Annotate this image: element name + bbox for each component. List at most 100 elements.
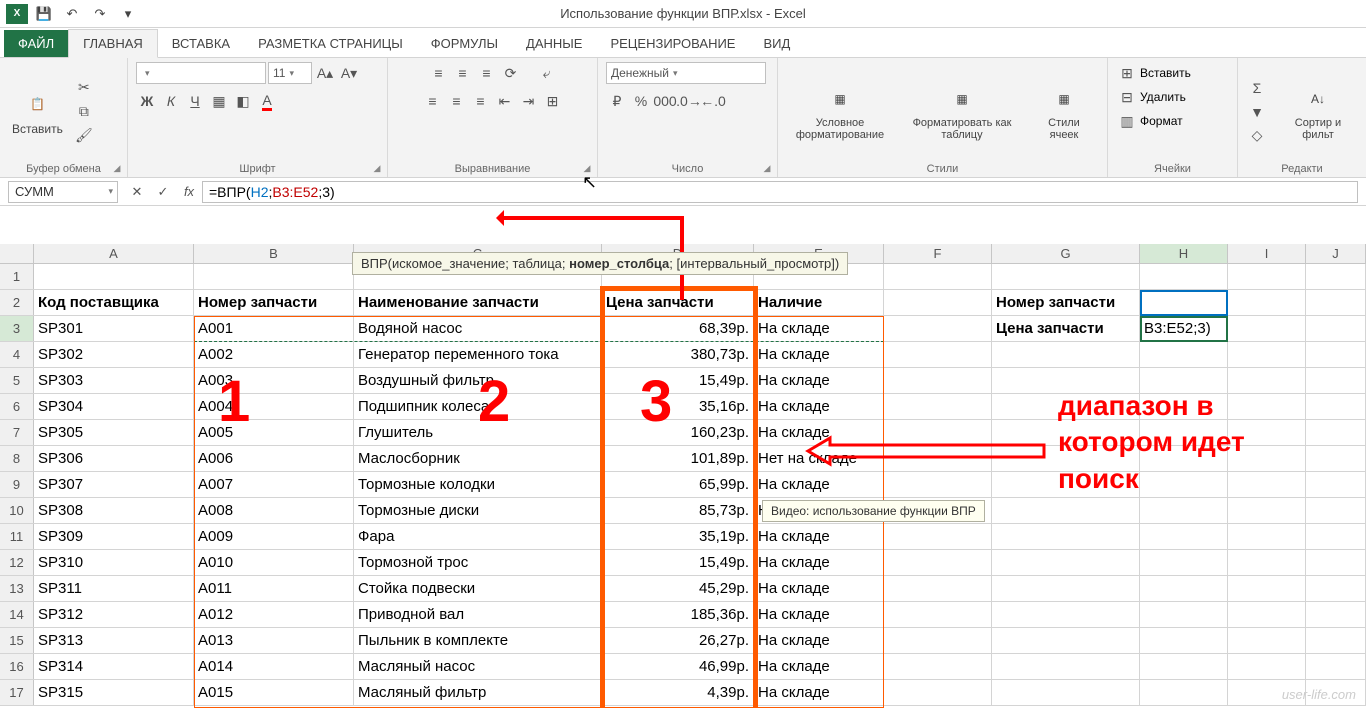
row-header[interactable]: 10 [0,498,34,523]
tab-formulas[interactable]: ФОРМУЛЫ [417,30,512,57]
cell-E13[interactable]: На складе [754,576,884,601]
cell-E6[interactable]: На складе [754,394,884,419]
save-button[interactable]: 💾 [32,4,56,24]
cell-H3[interactable]: B3:E52;3) [1140,316,1228,341]
cell-E12[interactable]: На складе [754,550,884,575]
cell-D5[interactable]: 15,49р. [602,368,754,393]
cell-J1[interactable] [1306,264,1366,289]
cell-H4[interactable] [1140,342,1228,367]
cell-A4[interactable]: SP302 [34,342,194,367]
col-header-A[interactable]: A [34,244,194,263]
cell-J4[interactable] [1306,342,1366,367]
cell-E15[interactable]: На складе [754,628,884,653]
cell-F16[interactable] [884,654,992,679]
cut-button[interactable]: ✂ [73,77,95,99]
merge-button[interactable]: ⊞ [542,90,564,112]
cell-A13[interactable]: SP311 [34,576,194,601]
row-header[interactable]: 8 [0,446,34,471]
row-header[interactable]: 11 [0,524,34,549]
cell-J3[interactable] [1306,316,1366,341]
cell-B1[interactable] [194,264,354,289]
row-header[interactable]: 16 [0,654,34,679]
increase-decimal-button[interactable]: .0→ [678,90,700,112]
cell-D12[interactable]: 15,49р. [602,550,754,575]
cell-I10[interactable] [1228,498,1306,523]
cell-B5[interactable]: A003 [194,368,354,393]
cell-E2[interactable]: Наличие [754,290,884,315]
font-name-combo[interactable]: ▾ [136,62,266,84]
cell-I14[interactable] [1228,602,1306,627]
cell-J14[interactable] [1306,602,1366,627]
cell-G17[interactable] [992,680,1140,705]
cell-B7[interactable]: A005 [194,420,354,445]
cell-G4[interactable] [992,342,1140,367]
dialog-launcher-icon[interactable]: ◢ [371,163,383,175]
cell-H13[interactable] [1140,576,1228,601]
tab-view[interactable]: ВИД [749,30,804,57]
cell-D9[interactable]: 65,99р. [602,472,754,497]
format-cells-button[interactable]: ▥Формат [1116,110,1183,132]
cell-C7[interactable]: Глушитель [354,420,602,445]
cell-H10[interactable] [1140,498,1228,523]
cell-G3[interactable]: Цена запчасти [992,316,1140,341]
cell-I15[interactable] [1228,628,1306,653]
col-header-I[interactable]: I [1228,244,1306,263]
cell-D17[interactable]: 4,39р. [602,680,754,705]
align-right-button[interactable]: ≡ [470,90,492,112]
cell-G16[interactable] [992,654,1140,679]
cell-C11[interactable]: Фара [354,524,602,549]
cell-F15[interactable] [884,628,992,653]
tab-review[interactable]: РЕЦЕНЗИРОВАНИЕ [596,30,749,57]
row-header[interactable]: 17 [0,680,34,705]
cell-F13[interactable] [884,576,992,601]
cell-H1[interactable] [1140,264,1228,289]
cell-A1[interactable] [34,264,194,289]
cell-G15[interactable] [992,628,1140,653]
cell-G13[interactable] [992,576,1140,601]
cell-D15[interactable]: 26,27р. [602,628,754,653]
cell-J12[interactable] [1306,550,1366,575]
cell-D2[interactable]: Цена запчасти [602,290,754,315]
cell-C12[interactable]: Тормозной трос [354,550,602,575]
cell-G10[interactable] [992,498,1140,523]
row-header[interactable]: 14 [0,602,34,627]
format-as-table-button[interactable]: ▦Форматировать как таблицу [908,81,1016,143]
cell-J10[interactable] [1306,498,1366,523]
tab-data[interactable]: ДАННЫЕ [512,30,596,57]
cell-J13[interactable] [1306,576,1366,601]
cell-G12[interactable] [992,550,1140,575]
cell-C15[interactable]: Пыльник в комплекте [354,628,602,653]
underline-button[interactable]: Ч [184,90,206,112]
cell-C2[interactable]: Наименование запчасти [354,290,602,315]
conditional-formatting-button[interactable]: ▦Условное форматирование [786,81,894,143]
delete-cells-button[interactable]: ⊟Удалить [1116,86,1186,108]
number-format-combo[interactable]: Денежный▾ [606,62,766,84]
cell-B8[interactable]: A006 [194,446,354,471]
cell-E3[interactable]: На складе [754,316,884,341]
cell-B13[interactable]: A011 [194,576,354,601]
decrease-indent-button[interactable]: ⇤ [494,90,516,112]
enter-formula-button[interactable]: ✓ [150,181,176,203]
cell-F14[interactable] [884,602,992,627]
cell-D14[interactable]: 185,36р. [602,602,754,627]
cell-C3[interactable]: Водяной насос [354,316,602,341]
cell-C5[interactable]: Воздушный фильтр [354,368,602,393]
dialog-launcher-icon[interactable]: ◢ [581,163,593,175]
cell-E5[interactable]: На складе [754,368,884,393]
cell-C14[interactable]: Приводной вал [354,602,602,627]
cell-H11[interactable] [1140,524,1228,549]
cell-D8[interactable]: 101,89р. [602,446,754,471]
cell-D10[interactable]: 85,73р. [602,498,754,523]
cell-C6[interactable]: Подшипник колеса [354,394,602,419]
font-color-button[interactable]: A [256,90,278,112]
cell-B10[interactable]: A008 [194,498,354,523]
fx-button[interactable]: fx [176,181,202,203]
cell-A3[interactable]: SP301 [34,316,194,341]
cell-B17[interactable]: A015 [194,680,354,705]
cell-H12[interactable] [1140,550,1228,575]
cell-A14[interactable]: SP312 [34,602,194,627]
cell-F1[interactable] [884,264,992,289]
cell-B3[interactable]: A001 [194,316,354,341]
align-center-button[interactable]: ≡ [446,90,468,112]
cancel-formula-button[interactable]: ✕ [124,181,150,203]
